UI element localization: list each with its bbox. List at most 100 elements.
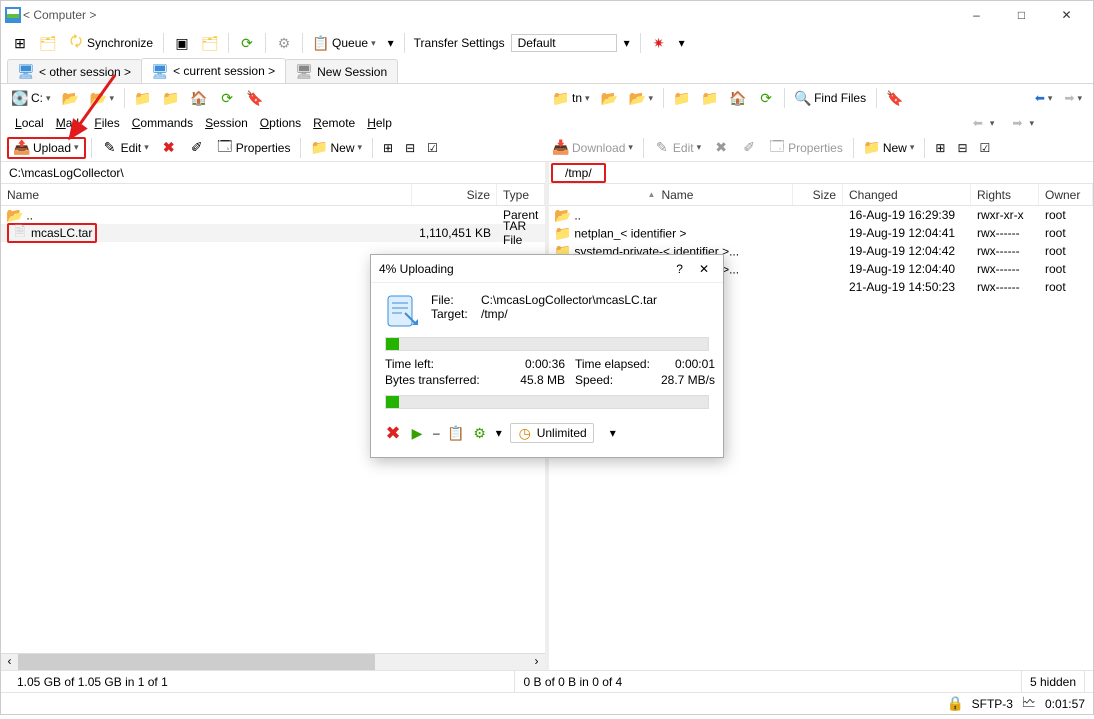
time-left-value: 0:00:36 xyxy=(505,357,565,371)
right-nav-back-icon[interactable]: 📁 xyxy=(669,87,695,109)
terminal-icon[interactable]: ▣ xyxy=(169,32,195,54)
list-item[interactable]: 📁 netplan_< identifier >19-Aug-19 12:04:… xyxy=(549,224,1093,242)
edit-button-right[interactable]: ✎Edit xyxy=(649,137,706,159)
col-owner-right[interactable]: Owner xyxy=(1039,184,1093,205)
collapse-icon-left[interactable]: ⊟ xyxy=(400,137,420,159)
left-home-icon[interactable]: 🏠 xyxy=(186,87,212,109)
menu-remote[interactable]: Remote xyxy=(309,115,359,131)
status-time: 0:01:57 xyxy=(1045,697,1085,711)
progress-bar-file xyxy=(385,337,709,351)
download-button[interactable]: 📥Download xyxy=(548,137,638,159)
path-left[interactable]: C:\mcasLogCollector\ xyxy=(1,162,545,184)
transfer-settings-button[interactable]: ⚙ xyxy=(472,425,488,441)
col-size-left[interactable]: Size xyxy=(412,184,497,205)
col-changed-right[interactable]: Changed xyxy=(843,184,971,205)
left-nav-back-icon[interactable]: 📁 xyxy=(130,87,156,109)
synchronize-button[interactable]: 🗘Synchronize xyxy=(63,32,158,54)
list-item-parent-left[interactable]: 📂 .. Parent xyxy=(1,206,545,224)
speed-limit-chevron[interactable]: ▾ xyxy=(602,426,624,440)
drive-left-dropdown[interactable]: 💽C: xyxy=(7,87,56,109)
edit-button-left[interactable]: ✎Edit xyxy=(97,137,154,159)
menu-help[interactable]: Help xyxy=(363,115,396,131)
expand-icon-right[interactable]: ⊞ xyxy=(930,137,950,159)
speed-value: 28.7 MB/s xyxy=(655,373,715,387)
disconnect-icon[interactable]: ✷ xyxy=(646,32,672,54)
right-open-icon1[interactable]: 📂 xyxy=(597,87,623,109)
list-item[interactable]: 📂 ..16-Aug-19 16:29:39rwxr-xr-xroot xyxy=(549,206,1093,224)
menu-mark[interactable]: Mark xyxy=(52,115,87,131)
col-name-left[interactable]: Name xyxy=(1,184,412,205)
toolbar-connections-icon[interactable]: ⊞ xyxy=(7,32,33,54)
left-bookmark-icon[interactable]: 🔖 xyxy=(242,87,268,109)
select-all-icon-right[interactable]: ☑ xyxy=(975,137,996,159)
toolbar-icon-2[interactable]: 🗂 xyxy=(197,32,223,54)
col-name-right[interactable]: Name xyxy=(549,184,793,205)
menu-session[interactable]: Session xyxy=(201,115,252,131)
cancel-transfer-button[interactable]: ✖ xyxy=(385,425,401,441)
minimize-button[interactable]: – xyxy=(954,1,999,29)
left-list-header[interactable]: Name Size Type xyxy=(1,184,545,206)
find-files-button[interactable]: 🔍Find Files xyxy=(790,87,871,109)
close-button[interactable]: ✕ xyxy=(1044,1,1089,29)
transfer-to-back-button[interactable]: 📋 xyxy=(448,425,464,441)
col-size-right[interactable]: Size xyxy=(793,184,843,205)
menu-commands[interactable]: Commands xyxy=(128,115,197,131)
delete-button-left[interactable]: ✖ xyxy=(156,137,182,159)
new-button-left[interactable]: 📁New xyxy=(306,137,367,159)
list-item-file[interactable]: 🗎mcasLC.tar 1,110,451 KB TAR File xyxy=(1,224,545,242)
new-button-right[interactable]: 📁New xyxy=(859,137,920,159)
expand-icon-left[interactable]: ⊞ xyxy=(378,137,398,159)
dialog-close-button[interactable]: ✕ xyxy=(693,262,715,276)
left-nav-back-arrow[interactable]: ⬅ xyxy=(964,112,1000,134)
nav-back-arrow[interactable]: ⬅ xyxy=(1030,87,1058,109)
toolbar-refresh-icon[interactable]: ⟳ xyxy=(234,32,260,54)
right-open-icon2[interactable]: 📂 xyxy=(625,87,659,109)
properties-button-left[interactable]: 🗔Properties xyxy=(212,137,296,159)
left-refresh-icon[interactable]: ⟳ xyxy=(214,87,240,109)
status-left: 1.05 GB of 1.05 GB in 1 of 1 xyxy=(9,671,515,692)
left-open-icon1[interactable]: 📂 xyxy=(58,87,84,109)
upload-button[interactable]: 📤Upload xyxy=(7,137,86,159)
toolbar-sessions-icon[interactable]: 🗂 xyxy=(35,32,61,54)
select-all-icon-left[interactable]: ☑ xyxy=(422,137,443,159)
col-rights-right[interactable]: Rights xyxy=(971,184,1039,205)
menu-options[interactable]: Options xyxy=(256,115,305,131)
right-list-header[interactable]: Name Size Changed Rights Owner xyxy=(549,184,1093,206)
folder-icon: 📂 xyxy=(555,207,571,223)
rename-icon-right[interactable]: ✐ xyxy=(736,137,762,159)
tab-current-session[interactable]: 🖥< current session > xyxy=(141,58,286,83)
speed-limit-dropdown[interactable]: ◷Unlimited xyxy=(510,423,594,443)
left-h-scrollbar[interactable]: ‹ › xyxy=(1,653,545,670)
maximize-button[interactable]: □ xyxy=(999,1,1044,29)
right-extra-icon[interactable]: 🔖 xyxy=(882,87,908,109)
menu-files[interactable]: Files xyxy=(90,115,123,131)
dialog-title: 4% Uploading xyxy=(379,262,666,276)
left-open-icon2[interactable]: 📂 xyxy=(86,87,120,109)
properties-button-right[interactable]: 🗔Properties xyxy=(764,137,848,159)
queue-dropdown[interactable]: 📋Queue xyxy=(308,32,381,54)
col-type-left[interactable]: Type xyxy=(497,184,545,205)
transfer-settings-chevron[interactable]: ▾ xyxy=(619,32,635,54)
drive-right-dropdown[interactable]: 📁tn xyxy=(548,87,595,109)
disconnect-chevron[interactable]: ▾ xyxy=(674,32,690,54)
left-nav-fwd-arrow[interactable]: ➡ xyxy=(1003,112,1039,134)
synchronize-label: Synchronize xyxy=(87,36,153,50)
settings-icon[interactable]: ⚙ xyxy=(271,32,297,54)
minimize-transfer-button[interactable]: ▶ xyxy=(409,425,425,441)
status-speed-icon[interactable]: 🗠 xyxy=(1021,696,1037,712)
right-nav-fwd-icon[interactable]: 📁 xyxy=(697,87,723,109)
right-home-icon[interactable]: 🏠 xyxy=(725,87,751,109)
transfer-settings-dropdown[interactable]: Default xyxy=(511,34,617,52)
dialog-help-button[interactable]: ? xyxy=(666,262,693,276)
rename-icon-left[interactable]: ✐ xyxy=(184,137,210,159)
queue-chevron[interactable]: ▾ xyxy=(383,32,399,54)
path-right[interactable]: /tmp/ xyxy=(551,163,606,183)
menu-local[interactable]: Local xyxy=(11,115,48,131)
nav-fwd-arrow[interactable]: ➡ xyxy=(1059,87,1087,109)
left-nav-fwd-icon[interactable]: 📁 xyxy=(158,87,184,109)
tab-other-session[interactable]: 🖥< other session > xyxy=(7,59,142,83)
collapse-icon-right[interactable]: ⊟ xyxy=(952,137,972,159)
delete-button-right[interactable]: ✖ xyxy=(708,137,734,159)
tab-new-session[interactable]: 🖥New Session xyxy=(285,59,398,83)
right-refresh-icon[interactable]: ⟳ xyxy=(753,87,779,109)
